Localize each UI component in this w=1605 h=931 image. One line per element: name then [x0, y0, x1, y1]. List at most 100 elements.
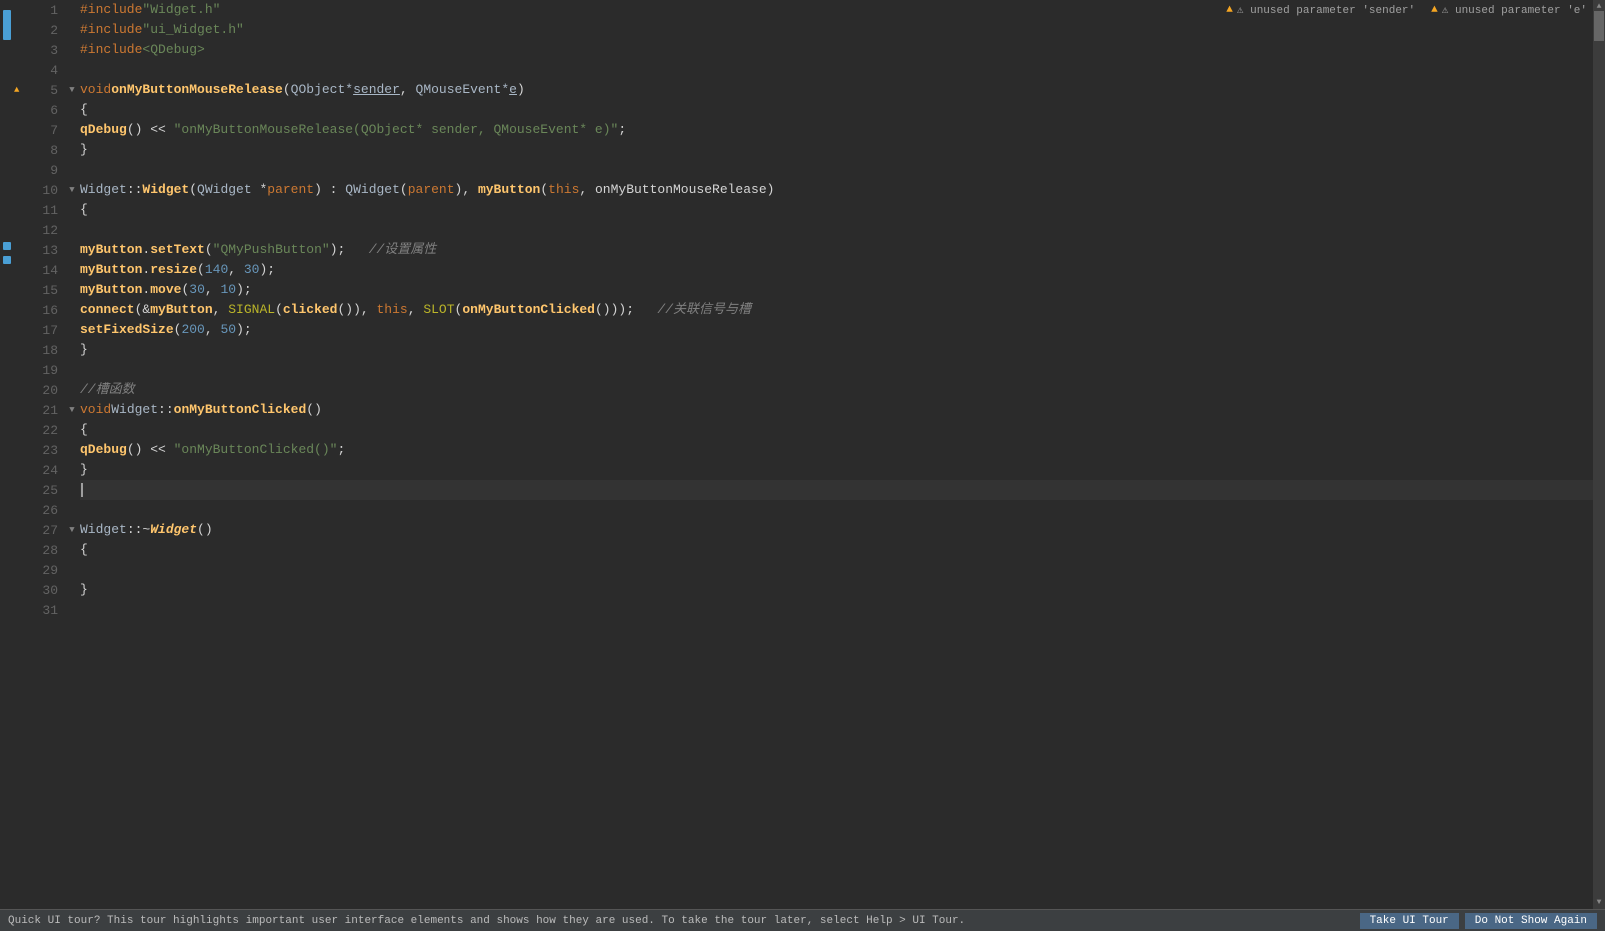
fold-arrow-20: [64, 380, 80, 400]
fold-arrow-4: [64, 60, 80, 80]
scroll-thumb[interactable]: [1594, 11, 1604, 41]
code-line-13[interactable]: myButton.setText("QMyPushButton"); //设置属…: [80, 240, 1593, 260]
line-number-25: 25: [14, 480, 64, 500]
line-number-22: 22: [14, 420, 64, 440]
line-number-24: 24: [14, 460, 64, 480]
line-number-3: 3: [14, 40, 64, 60]
fold-arrow-6: [64, 100, 80, 120]
fold-arrow-9: [64, 160, 80, 180]
line-number-13: 13: [14, 240, 64, 260]
line-number-15: 15: [14, 280, 64, 300]
line-number-1: 1: [14, 0, 64, 20]
fold-arrow-3: [64, 40, 80, 60]
fold-arrow-21[interactable]: ▼: [64, 400, 80, 420]
code-line-14[interactable]: myButton.resize(140, 30);: [80, 260, 1593, 280]
scroll-track[interactable]: [1593, 11, 1605, 898]
fold-arrow-5[interactable]: ▼: [64, 80, 80, 100]
code-line-20[interactable]: //槽函数: [80, 380, 1593, 400]
code-line-31[interactable]: [80, 600, 1593, 620]
fold-arrow-17: [64, 320, 80, 340]
line-number-29: 29: [14, 560, 64, 580]
code-line-7[interactable]: qDebug() << "onMyButtonMouseRelease(QObj…: [80, 120, 1593, 140]
code-line-8[interactable]: }: [80, 140, 1593, 160]
fold-arrow-30: [64, 580, 80, 600]
line-number-2: 2: [14, 20, 64, 40]
code-line-16[interactable]: connect(&myButton, SIGNAL(clicked()), th…: [80, 300, 1593, 320]
code-line-12[interactable]: [80, 220, 1593, 240]
take-ui-tour-button[interactable]: Take UI Tour: [1360, 913, 1459, 929]
fold-arrow-22: [64, 420, 80, 440]
line-numbers-gutter: 1234▲56789101112131415161718192021222324…: [14, 0, 64, 909]
code-line-24[interactable]: }: [80, 460, 1593, 480]
left-sidebar: [0, 0, 14, 909]
line-number-21: 21: [14, 400, 64, 420]
fold-arrow-13: [64, 240, 80, 260]
line-number-6: 6: [14, 100, 64, 120]
fold-arrow-15: [64, 280, 80, 300]
fold-arrow-28: [64, 540, 80, 560]
code-line-2[interactable]: #include "ui_Widget.h": [80, 20, 1593, 40]
fold-arrow-19: [64, 360, 80, 380]
line-number-27: 27: [14, 520, 64, 540]
line-number-14: 14: [14, 260, 64, 280]
fold-arrow-26: [64, 500, 80, 520]
line-number-10: 10: [14, 180, 64, 200]
fold-arrow-2: [64, 20, 80, 40]
code-line-17[interactable]: setFixedSize(200, 50);: [80, 320, 1593, 340]
line-number-30: 30: [14, 580, 64, 600]
fold-arrow-10[interactable]: ▼: [64, 180, 80, 200]
code-line-30[interactable]: }: [80, 580, 1593, 600]
code-line-25[interactable]: [80, 480, 1593, 500]
warn-icon-2: ▲: [1431, 4, 1438, 16]
line-number-7: 7: [14, 120, 64, 140]
line-number-19: 19: [14, 360, 64, 380]
code-line-23[interactable]: qDebug() << "onMyButtonClicked()";: [80, 440, 1593, 460]
status-bar: Quick UI tour? This tour highlights impo…: [0, 909, 1605, 931]
code-line-22[interactable]: {: [80, 420, 1593, 440]
code-line-5[interactable]: void onMyButtonMouseRelease(QObject* sen…: [80, 80, 1593, 100]
line-number-23: 23: [14, 440, 64, 460]
line-number-28: 28: [14, 540, 64, 560]
code-line-29[interactable]: [80, 560, 1593, 580]
code-line-28[interactable]: {: [80, 540, 1593, 560]
code-line-4[interactable]: [80, 60, 1593, 80]
line-number-9: 9: [14, 160, 64, 180]
code-line-21[interactable]: void Widget::onMyButtonClicked(): [80, 400, 1593, 420]
line-number-26: 26: [14, 500, 64, 520]
editor-body: 1234▲56789101112131415161718192021222324…: [14, 0, 1593, 909]
sidebar-icon-bot: [3, 256, 11, 264]
line-number-5: ▲5: [14, 80, 64, 100]
code-line-6[interactable]: {: [80, 100, 1593, 120]
scroll-up-btn[interactable]: ▲: [1597, 2, 1602, 11]
line-number-11: 11: [14, 200, 64, 220]
sidebar-icon-mid: [3, 242, 11, 250]
fold-arrow-1: [64, 0, 80, 20]
fold-column[interactable]: ▼ ▼ ▼ ▼: [64, 0, 80, 909]
code-line-11[interactable]: {: [80, 200, 1593, 220]
tour-text: Quick UI tour? This tour highlights impo…: [8, 915, 1348, 927]
code-line-27[interactable]: Widget::~Widget(): [80, 520, 1593, 540]
fold-arrow-11: [64, 200, 80, 220]
line-number-20: 20: [14, 380, 64, 400]
not-show-again-button[interactable]: Do Not Show Again: [1465, 913, 1597, 929]
fold-arrow-8: [64, 140, 80, 160]
code-line-9[interactable]: [80, 160, 1593, 180]
line-number-12: 12: [14, 220, 64, 240]
fold-arrow-29: [64, 560, 80, 580]
warning-triangle-5: ▲: [14, 85, 19, 95]
code-line-26[interactable]: [80, 500, 1593, 520]
warn-text-1: ⚠ unused parameter 'sender': [1237, 3, 1415, 17]
fold-arrow-14: [64, 260, 80, 280]
code-line-3[interactable]: #include <QDebug>: [80, 40, 1593, 60]
fold-arrow-27[interactable]: ▼: [64, 520, 80, 540]
line-number-17: 17: [14, 320, 64, 340]
code-line-15[interactable]: myButton.move(30, 10);: [80, 280, 1593, 300]
fold-arrow-16: [64, 300, 80, 320]
fold-arrow-7: [64, 120, 80, 140]
code-line-19[interactable]: [80, 360, 1593, 380]
code-line-18[interactable]: }: [80, 340, 1593, 360]
code-line-10[interactable]: Widget::Widget(QWidget *parent) : QWidge…: [80, 180, 1593, 200]
scroll-down-btn[interactable]: ▼: [1597, 898, 1602, 907]
scrollbar[interactable]: ▲ ▼: [1593, 0, 1605, 909]
code-column[interactable]: #include "Widget.h"#include "ui_Widget.h…: [80, 0, 1593, 909]
